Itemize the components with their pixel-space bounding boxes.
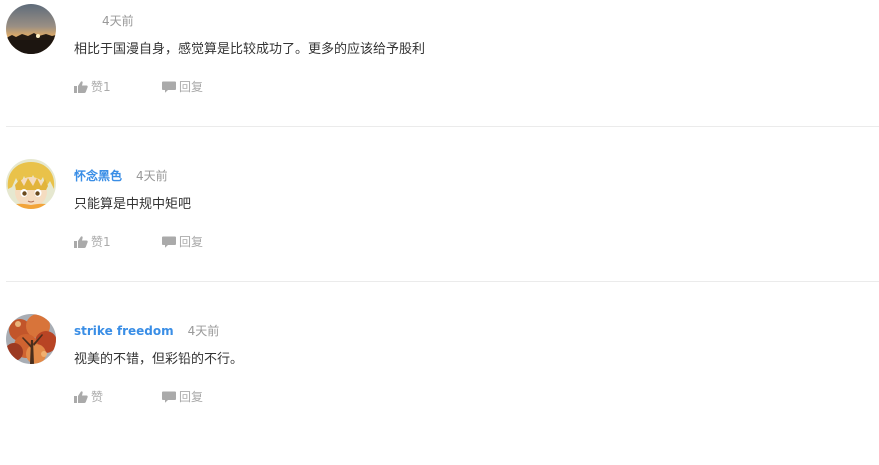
reply-button[interactable]: 回复 — [162, 79, 203, 95]
comment-time: 4天前 — [136, 169, 168, 183]
comment-meta: 4天前 — [74, 13, 134, 29]
divider — [6, 126, 879, 127]
like-label: 赞1 — [91, 80, 111, 94]
comment-item: strike freedom 4天前 视美的不错，但彩铅的不行。 赞 回复 — [0, 310, 879, 465]
like-button[interactable]: 赞1 — [74, 234, 111, 250]
like-button[interactable]: 赞1 — [74, 79, 111, 95]
comment-meta: 怀念黑色 4天前 — [74, 168, 168, 184]
autumn-tree-avatar-image — [6, 314, 56, 364]
speech-bubble-icon — [162, 391, 176, 403]
like-label: 赞1 — [91, 235, 111, 249]
avatar[interactable] — [6, 159, 56, 209]
reply-label: 回复 — [179, 80, 204, 94]
sunset-avatar-image — [6, 4, 56, 54]
comment-time: 4天前 — [102, 14, 134, 28]
comment-text: 只能算是中规中矩吧 — [74, 197, 192, 212]
comment-text: 视美的不错，但彩铅的不行。 — [74, 352, 244, 367]
like-label: 赞 — [91, 390, 104, 404]
speech-bubble-icon — [162, 236, 176, 248]
comment-item: 怀念黑色 4天前 只能算是中规中矩吧 赞1 回复 — [0, 155, 879, 310]
username[interactable]: strike freedom — [74, 324, 174, 338]
comment-meta: strike freedom 4天前 — [74, 323, 219, 339]
avatar[interactable] — [6, 314, 56, 364]
divider — [6, 281, 879, 282]
anime-character-avatar-image — [6, 159, 56, 209]
reply-button[interactable]: 回复 — [162, 234, 203, 250]
comment-text: 相比于国漫自身，感觉算是比较成功了。更多的应该给予股利 — [74, 42, 426, 57]
thumbs-up-icon — [74, 81, 88, 93]
reply-label: 回复 — [179, 390, 204, 404]
username[interactable]: 怀念黑色 — [74, 169, 122, 183]
thumbs-up-icon — [74, 391, 88, 403]
reply-button[interactable]: 回复 — [162, 389, 203, 405]
comment-time: 4天前 — [187, 324, 220, 338]
thumbs-up-icon — [74, 236, 88, 248]
speech-bubble-icon — [162, 81, 176, 93]
avatar[interactable] — [6, 4, 56, 54]
reply-label: 回复 — [179, 235, 204, 249]
like-button[interactable]: 赞 — [74, 389, 103, 405]
comment-item: 4天前 相比于国漫自身，感觉算是比较成功了。更多的应该给予股利 赞1 回复 — [0, 0, 879, 155]
